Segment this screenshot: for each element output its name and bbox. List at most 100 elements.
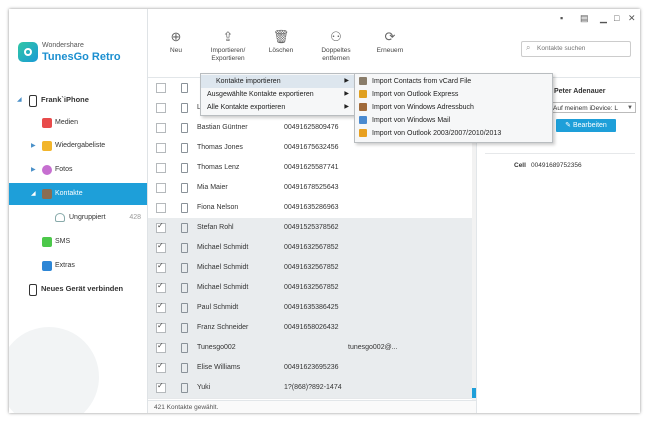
new-label: Neu — [170, 47, 182, 54]
expand-arrow-icon[interactable]: ▶ — [31, 159, 36, 181]
delete-button[interactable]: 🗑 Löschen — [266, 29, 296, 55]
row-checkbox[interactable] — [156, 341, 166, 353]
table-row[interactable]: Michael Schmidt 00491632567852 — [148, 238, 472, 259]
detail-contact-name: Peter Adenauer — [554, 88, 606, 95]
row-checkbox[interactable] — [156, 361, 166, 373]
table-row[interactable]: Franz Schneider 00491658026432 — [148, 318, 472, 339]
refresh-button[interactable]: ⟳ Erneuern — [373, 29, 407, 55]
sidebar-item-wiedergabeliste[interactable]: ▶ Wiedergabeliste — [9, 135, 147, 157]
edit-label: Bearbeiten — [572, 122, 607, 129]
cell-value: 00491689752356 — [531, 162, 582, 169]
menu-item-import[interactable]: Kontakte importieren ▶ — [201, 75, 354, 88]
sidebar-item-kontakte[interactable]: ◢ Kontakte — [9, 183, 147, 205]
menu-icon[interactable]: ▤ — [580, 13, 589, 24]
sidebar-item-fotos[interactable]: ▶ Fotos — [9, 159, 147, 181]
row-checkbox[interactable] — [156, 143, 166, 153]
table-row[interactable]: Elise Williams 00491623695236 — [148, 358, 472, 379]
submenu-item[interactable]: Import von Windows Mail — [355, 114, 552, 127]
row-checkbox[interactable] — [156, 83, 166, 93]
import-export-label-2: Exportieren — [211, 55, 245, 62]
contact-phone: 1?(868)?892-1474 — [284, 384, 342, 391]
refresh-icon: ⟳ — [384, 29, 396, 44]
row-checkbox[interactable] — [156, 241, 166, 253]
row-checkbox[interactable] — [156, 123, 166, 133]
contact-phone: 00491632567852 — [284, 264, 339, 271]
table-row[interactable]: Stefan Rohl 00491525378562 — [148, 218, 472, 239]
table-row[interactable]: Mia Maier 00491678525643 — [148, 178, 472, 199]
contact-name: Michael Schmidt — [197, 264, 249, 271]
collapse-arrow-icon[interactable]: ◢ — [31, 183, 36, 205]
sidebar: Wondershare TunesGo Retro ◢ Frank`iPhone… — [9, 9, 148, 413]
collapse-arrow-icon[interactable]: ◢ — [17, 89, 22, 111]
contact-name: Bastian Güntner — [197, 124, 248, 131]
search-input[interactable] — [537, 43, 625, 54]
table-row[interactable]: Fiona Nelson 00491635286963 — [148, 198, 472, 219]
contact-phone: 00491658026432 — [284, 324, 339, 331]
menu-item-export-all[interactable]: Alle Kontakte exportieren ▶ — [201, 101, 354, 114]
connect-new-device[interactable]: Neues Gerät verbinden — [9, 278, 147, 300]
table-row[interactable]: Michael Schmidt 00491632567852 — [148, 258, 472, 279]
windows-mail-icon — [359, 116, 367, 124]
dupes-label-2: entfernen — [322, 55, 350, 62]
contact-phone: 00491678525643 — [284, 184, 339, 191]
row-checkbox[interactable] — [156, 281, 166, 293]
row-checkbox[interactable] — [156, 261, 166, 273]
row-checkbox[interactable] — [156, 203, 166, 213]
submenu-item[interactable]: Import von Outlook 2003/2007/2010/2013 — [355, 127, 552, 140]
media-icon — [42, 118, 52, 128]
submenu-item-label: Import von Windows Adressbuch — [372, 104, 474, 111]
sidebar-item-label: Fotos — [55, 166, 73, 173]
sidebar-item-label: Extras — [55, 262, 75, 269]
table-row[interactable]: Paul Schmidt 00491635386425 — [148, 298, 472, 319]
brand-name: TunesGo Retro — [42, 51, 121, 63]
sidebar-item-label: Medien — [55, 119, 78, 126]
close-icon[interactable]: ✕ — [628, 13, 636, 24]
location-value: Auf meinem iDevice: L — [553, 105, 619, 112]
sidebar-item-sms[interactable]: SMS — [9, 231, 147, 253]
remove-duplicates-button[interactable]: ⚇ Doppeltes entfernen — [316, 29, 356, 63]
import-export-button[interactable]: ⇪ Importieren/ Exportieren — [203, 29, 253, 63]
sidebar-item-ungruppiert[interactable]: Ungruppiert 428 — [9, 207, 147, 229]
submenu-item-label: Import von Windows Mail — [372, 117, 451, 124]
sidebar-item-label: Ungruppiert — [69, 214, 106, 221]
row-checkbox[interactable] — [156, 321, 166, 333]
table-row[interactable]: Yuki 1?(868)?892-1474 — [148, 378, 472, 399]
phone-icon — [181, 303, 188, 313]
group-count: 428 — [129, 214, 141, 221]
delete-label: Löschen — [268, 47, 294, 54]
outlook-express-icon — [359, 90, 367, 98]
sidebar-device[interactable]: ◢ Frank`iPhone — [9, 89, 147, 111]
search-box[interactable]: ⌕ — [521, 41, 631, 57]
submenu-item-label: Import von Outlook Express — [372, 91, 459, 98]
chat-icon[interactable]: ▪ — [560, 13, 563, 23]
maximize-icon[interactable]: □ — [614, 13, 619, 23]
toolbar: ⊕ Neu ⇪ Importieren/ Exportieren 🗑 Lösch… — [148, 9, 640, 78]
contact-name: Thomas Jones — [197, 144, 243, 151]
new-button[interactable]: ⊕ Neu — [164, 29, 188, 55]
chevron-down-icon: ▼ — [627, 105, 633, 111]
row-checkbox[interactable] — [156, 163, 166, 173]
refresh-label: Erneuern — [376, 47, 404, 54]
phone-icon — [181, 223, 188, 233]
table-row[interactable]: Tunesgo002 tunesgo002@... — [148, 338, 472, 359]
submenu-item[interactable]: Import von Outlook Express — [355, 88, 552, 101]
expand-arrow-icon[interactable]: ▶ — [31, 135, 36, 157]
row-checkbox[interactable] — [156, 381, 166, 393]
phone-icon — [181, 183, 188, 193]
location-select[interactable]: Auf meinem iDevice: L ▼ — [550, 102, 636, 113]
submenu-item[interactable]: Import Contacts from vCard File — [355, 75, 552, 88]
submenu-item[interactable]: Import von Windows Adressbuch — [355, 101, 552, 114]
menu-item-label: Kontakte importieren — [216, 78, 281, 85]
table-row[interactable]: Michael Schmidt 00491632567852 — [148, 278, 472, 299]
menu-item-export-selected[interactable]: Ausgewählte Kontakte exportieren ▶ — [201, 88, 354, 101]
sidebar-item-medien[interactable]: Medien — [9, 112, 147, 134]
row-checkbox[interactable] — [156, 183, 166, 193]
row-checkbox[interactable] — [156, 301, 166, 313]
table-row[interactable]: Thomas Lenz 00491625587741 — [148, 158, 472, 179]
sidebar-item-extras[interactable]: Extras — [9, 255, 147, 277]
minimize-icon[interactable]: ▁ — [600, 13, 607, 24]
row-checkbox[interactable] — [156, 103, 166, 113]
playlist-icon — [42, 141, 52, 151]
row-checkbox[interactable] — [156, 221, 166, 233]
edit-button[interactable]: ✎ Bearbeiten — [556, 119, 616, 132]
